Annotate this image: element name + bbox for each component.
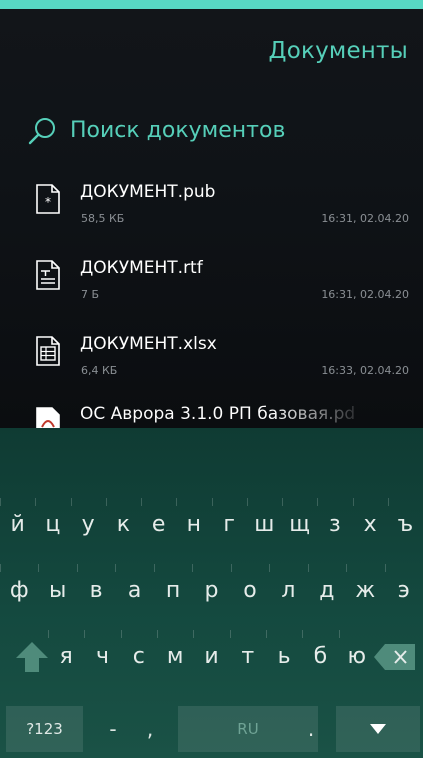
rtf-file-icon xyxy=(36,260,60,290)
document-modified: 16:33, 02.04.20 xyxy=(321,364,409,377)
pub-file-icon: * xyxy=(36,184,60,214)
document-list: * ДОКУМЕНТ.pub 58,5 КБ 16:31, 02.04.20 Д… xyxy=(0,170,423,398)
search-row[interactable] xyxy=(28,115,398,148)
document-modified: 16:31, 02.04.20 xyxy=(321,212,409,225)
key[interactable]: ы xyxy=(38,564,76,616)
key[interactable]: ь xyxy=(265,630,302,682)
key[interactable]: я xyxy=(48,630,84,682)
key[interactable]: ц xyxy=(35,498,70,550)
document-name: ДОКУМЕНТ.xlsx xyxy=(80,334,217,354)
document-size: 6,4 КБ xyxy=(81,364,118,377)
xlsx-file-icon xyxy=(36,336,60,366)
key[interactable]: с xyxy=(120,630,157,682)
keyboard-row-2: ф ы в а п р о л д ж э xyxy=(0,564,423,616)
chevron-down-icon xyxy=(370,724,386,734)
keyboard-row-1: й ц у к е н г ш щ з х ъ xyxy=(0,498,423,550)
virtual-keyboard: й ц у к е н г ш щ з х ъ ф ы в а п р о л … xyxy=(0,428,423,758)
key[interactable]: а xyxy=(115,564,153,616)
key[interactable]: т xyxy=(229,630,266,682)
key[interactable]: о xyxy=(230,564,269,616)
dash-key[interactable]: - xyxy=(98,706,128,752)
shift-icon[interactable] xyxy=(14,640,50,674)
document-name: ДОКУМЕНТ.rtf xyxy=(80,258,203,278)
svg-text:*: * xyxy=(45,195,51,209)
pdf-file-icon xyxy=(36,407,60,428)
document-modified: 16:31, 02.04.20 xyxy=(321,288,409,301)
key[interactable]: й xyxy=(0,498,35,550)
key[interactable]: и xyxy=(193,630,229,682)
key[interactable]: ж xyxy=(346,564,384,616)
key[interactable]: д xyxy=(307,564,346,616)
key[interactable]: ш xyxy=(246,498,282,550)
keyboard-row-3: я ч с м и т ь б ю xyxy=(0,630,423,682)
key[interactable]: х xyxy=(352,498,388,550)
key[interactable]: н xyxy=(176,498,211,550)
key[interactable]: ч xyxy=(84,630,120,682)
key[interactable]: е xyxy=(141,498,176,550)
list-item[interactable]: ДОКУМЕНТ.rtf 7 Б 16:31, 02.04.20 xyxy=(0,246,423,322)
key[interactable]: г xyxy=(211,498,247,550)
key[interactable]: м xyxy=(156,630,193,682)
keyboard-bottom-row: ?123 - , RU . xyxy=(0,703,423,755)
key[interactable]: щ xyxy=(282,498,317,550)
key[interactable]: ъ xyxy=(387,498,423,550)
key[interactable]: ю xyxy=(338,630,375,682)
key[interactable]: к xyxy=(105,498,141,550)
document-name: ОС Аврора 3.1.0 РП базовая.pd xyxy=(80,404,356,424)
hide-keyboard-key[interactable] xyxy=(336,706,420,752)
search-icon xyxy=(28,118,55,145)
list-item[interactable]: ОС Аврора 3.1.0 РП базовая.pd xyxy=(0,399,423,428)
top-accent-bar xyxy=(0,0,423,9)
key[interactable]: ф xyxy=(0,564,38,616)
key[interactable]: у xyxy=(70,498,106,550)
backspace-icon[interactable] xyxy=(373,642,417,672)
key[interactable]: п xyxy=(153,564,192,616)
key[interactable]: б xyxy=(302,630,338,682)
document-name: ДОКУМЕНТ.pub xyxy=(80,182,216,202)
dot-key[interactable]: . xyxy=(296,706,326,752)
key[interactable]: в xyxy=(76,564,115,616)
document-size: 7 Б xyxy=(81,288,100,301)
key[interactable]: э xyxy=(384,564,423,616)
key[interactable]: р xyxy=(192,564,230,616)
key[interactable]: л xyxy=(269,564,307,616)
search-input[interactable] xyxy=(70,115,390,145)
comma-key[interactable]: , xyxy=(135,706,165,752)
list-item[interactable]: ДОКУМЕНТ.xlsx 6,4 КБ 16:33, 02.04.20 xyxy=(0,322,423,398)
list-item[interactable]: * ДОКУМЕНТ.pub 58,5 КБ 16:31, 02.04.20 xyxy=(0,170,423,246)
document-size: 58,5 КБ xyxy=(81,212,125,225)
page-title: Документы xyxy=(268,38,408,64)
symbols-key[interactable]: ?123 xyxy=(6,706,83,752)
key[interactable]: з xyxy=(317,498,352,550)
